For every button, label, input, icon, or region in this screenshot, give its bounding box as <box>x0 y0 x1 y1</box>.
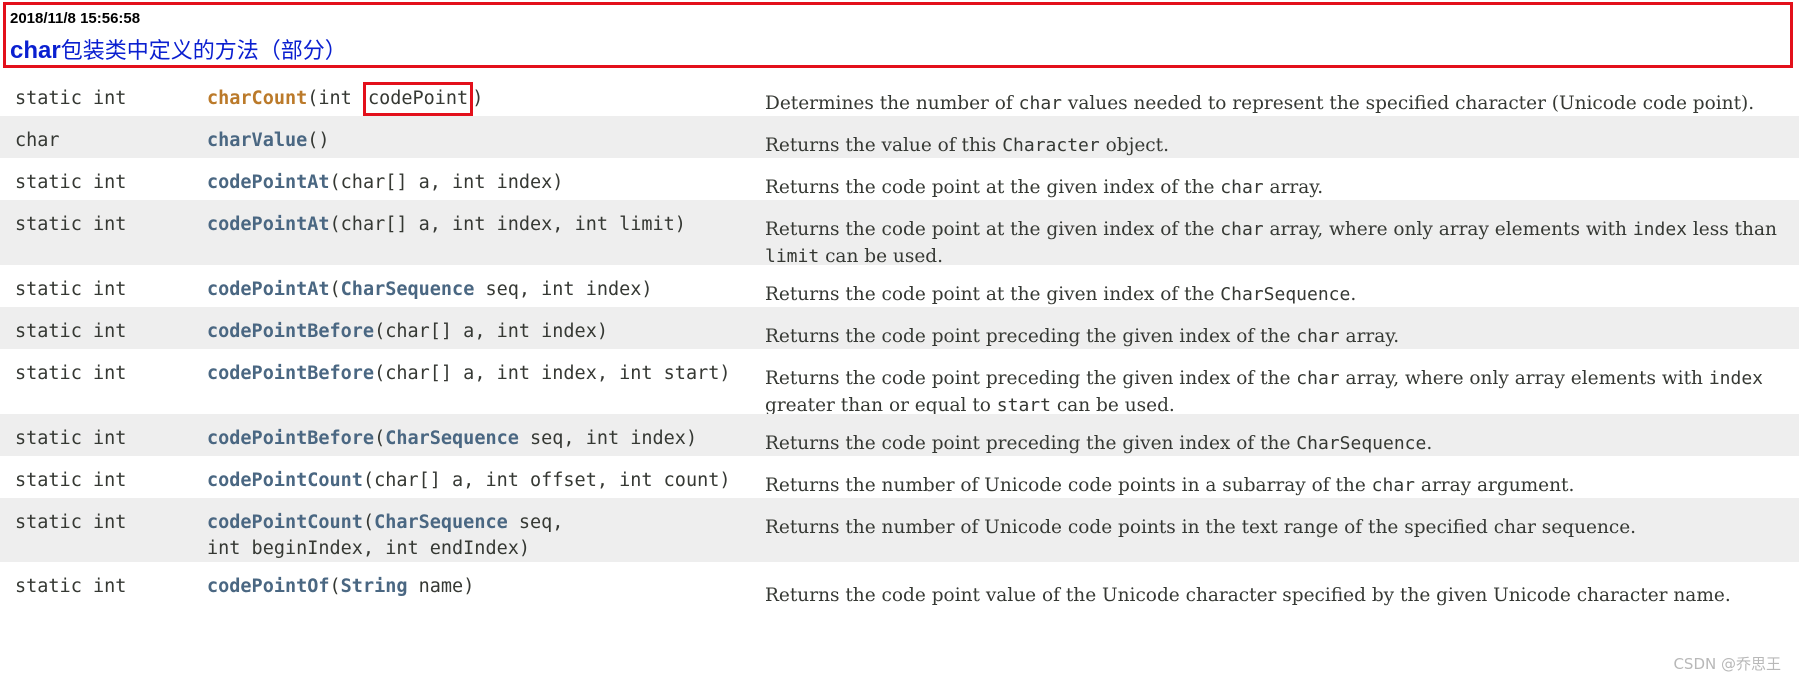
modifier-cell: static int <box>15 428 127 449</box>
description-cell: Returns the code point preceding the giv… <box>765 368 1763 416</box>
description-cell: Returns the code point at the given inde… <box>765 219 1777 267</box>
watermark: CSDN @乔思王 <box>1673 655 1781 673</box>
table-row: static int codePointAt(char[] a, int ind… <box>0 200 1799 267</box>
method-name-link[interactable]: charCount <box>207 88 307 109</box>
params-open: ( <box>329 576 341 597</box>
description-cell: Returns the code point at the given inde… <box>765 284 1357 305</box>
description-cell: Returns the number of Unicode code point… <box>765 517 1637 538</box>
params-open: (int <box>307 88 363 109</box>
params-close: seq, int index) <box>518 428 698 449</box>
method-name-link[interactable]: codePointAt <box>207 279 330 300</box>
params: (char[] a, int offset, int count) <box>362 470 731 491</box>
type-link[interactable]: String <box>341 576 408 597</box>
modifier-cell: static int <box>15 214 127 235</box>
description-cell: Returns the code point at the given inde… <box>765 177 1324 198</box>
highlighted-param: codePoint <box>362 82 474 116</box>
description-cell: Returns the code point preceding the giv… <box>765 326 1400 347</box>
type-link[interactable]: CharSequence <box>385 428 519 449</box>
description-cell: Returns the value of this Character obje… <box>765 135 1169 156</box>
method-signature: codePointAt(CharSequence seq, int index) <box>207 277 653 303</box>
params-close: ) <box>472 88 484 109</box>
modifier-cell: static int <box>15 512 127 533</box>
description-cell: Returns the code point value of the Unic… <box>765 585 1731 606</box>
method-name-link[interactable]: codePointBefore <box>207 321 374 342</box>
method-signature: codePointBefore(CharSequence seq, int in… <box>207 426 697 452</box>
modifier-cell: static int <box>15 470 127 491</box>
table-row: static int codePointBefore(char[] a, int… <box>0 349 1799 416</box>
modifier-cell: static int <box>15 279 127 300</box>
params: () <box>307 130 330 151</box>
params-close: name) <box>407 576 475 597</box>
method-signature: charCount(int codePoint) <box>207 82 484 116</box>
modifier-cell: static int <box>15 321 127 342</box>
params-close: seq, int index) <box>474 279 653 300</box>
method-name-link[interactable]: codePointCount <box>207 512 363 533</box>
method-signature: codePointCount(CharSequence seq, int begi… <box>207 510 563 562</box>
method-name-link[interactable]: codePointBefore <box>207 363 374 384</box>
method-name-link[interactable]: charValue <box>207 130 307 151</box>
table-row: static int charCount(int codePoint) Dete… <box>0 74 1799 116</box>
table-row: static int codePointBefore(char[] a, int… <box>0 307 1799 349</box>
params-open: ( <box>329 279 341 300</box>
modifier-cell: static int <box>15 88 127 109</box>
modifier-cell: char <box>15 130 60 151</box>
params-open: ( <box>374 428 386 449</box>
method-name-link[interactable]: codePointOf <box>207 576 330 597</box>
method-signature: codePointBefore(char[] a, int index) <box>207 319 608 345</box>
method-name-link[interactable]: codePointAt <box>207 172 330 193</box>
method-name-link[interactable]: codePointBefore <box>207 428 374 449</box>
description-cell: Returns the number of Unicode code point… <box>765 475 1575 496</box>
method-signature: codePointOf(String name) <box>207 574 474 600</box>
note-timestamp: 2018/11/8 15:56:58 <box>10 10 141 27</box>
modifier-cell: static int <box>15 363 127 384</box>
method-signature: codePointAt(char[] a, int index, int lim… <box>207 212 686 238</box>
table-row: static int codePointBefore(CharSequence … <box>0 414 1799 456</box>
method-signature: codePointBefore(char[] a, int index, int… <box>207 361 731 387</box>
method-name-link[interactable]: codePointCount <box>207 470 363 491</box>
type-link[interactable]: CharSequence <box>374 512 508 533</box>
modifier-cell: static int <box>15 172 127 193</box>
params: (char[] a, int index, int start) <box>374 363 731 384</box>
params-open: ( <box>362 512 375 533</box>
note-title-word: char <box>10 37 61 64</box>
table-row: static int codePointAt(char[] a, int ind… <box>0 158 1799 200</box>
params-close: seq, <box>507 512 564 533</box>
params: (char[] a, int index) <box>329 172 564 193</box>
modifier-cell: static int <box>15 576 127 597</box>
method-signature: codePointAt(char[] a, int index) <box>207 170 563 196</box>
annotation-note-box: 2018/11/8 15:56:58 char包装类中定义的方法（部分） <box>3 2 1793 68</box>
method-signature: charValue() <box>207 128 330 154</box>
description-cell: Determines the number of char values nee… <box>765 93 1755 114</box>
params: (char[] a, int index) <box>374 321 608 342</box>
params-line2: int beginIndex, int endIndex) <box>207 538 531 559</box>
type-link[interactable]: CharSequence <box>341 279 475 300</box>
method-signature: codePointCount(char[] a, int offset, int… <box>207 468 731 494</box>
note-title: char包装类中定义的方法（部分） <box>10 37 347 66</box>
note-title-rest: 包装类中定义的方法（部分） <box>60 39 347 64</box>
method-name-link[interactable]: codePointAt <box>207 214 330 235</box>
table-row: char charValue() Returns the value of th… <box>0 116 1799 158</box>
table-row: static int codePointAt(CharSequence seq,… <box>0 265 1799 307</box>
table-row: static int codePointCount(CharSequence s… <box>0 498 1799 562</box>
params: (char[] a, int index, int limit) <box>329 214 686 235</box>
table-row: static int codePointCount(char[] a, int … <box>0 456 1799 498</box>
description-cell: Returns the code point preceding the giv… <box>765 433 1433 454</box>
method-summary-table: static int charCount(int codePoint) Dete… <box>0 74 1799 610</box>
table-row: static int codePointOf(String name) Retu… <box>0 562 1799 610</box>
